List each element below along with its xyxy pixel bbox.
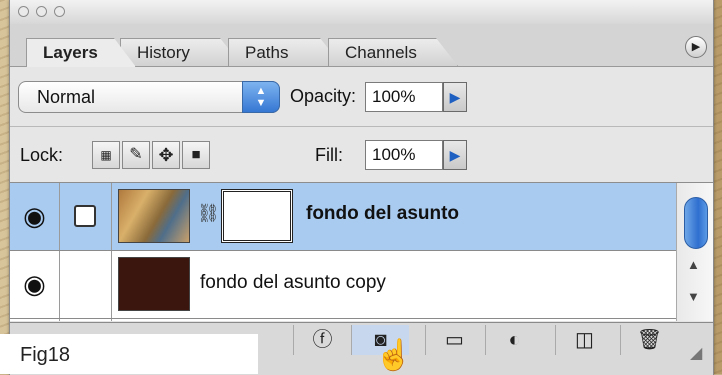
- chevron-updown-icon: ▲ ▼: [242, 81, 280, 113]
- layer-mask-icon[interactable]: [60, 183, 112, 250]
- layer-name: fondo del asunto: [306, 203, 460, 224]
- lock-transparent-icon[interactable]: ▦: [92, 141, 120, 169]
- layer-thumbnail: [118, 189, 190, 243]
- figure-caption: Fig18: [20, 344, 71, 366]
- title-bar: [10, 0, 713, 25]
- fill-slider-button[interactable]: ▶: [443, 140, 467, 170]
- opacity-label: Opacity:: [290, 86, 357, 106]
- eye-icon[interactable]: ◉: [10, 183, 60, 250]
- trash-icon[interactable]: 🗑: [620, 325, 678, 355]
- lock-label: Lock:: [20, 145, 64, 165]
- layers-scrollbar[interactable]: ▲ ▼: [676, 183, 713, 321]
- tab-bar: Layers History Paths Channels: [10, 24, 713, 67]
- empty-cell: [60, 319, 112, 321]
- zoom-window-button[interactable]: [54, 6, 65, 17]
- tab-layers[interactable]: Layers: [26, 38, 136, 67]
- resize-grip-icon[interactable]: ◢: [690, 343, 702, 363]
- layer-row[interactable]: ◉ ⛓ fondo del asunto: [10, 183, 676, 251]
- blend-mode-value: Normal: [37, 87, 96, 107]
- minimize-window-button[interactable]: [36, 6, 47, 17]
- new-layer-icon[interactable]: ◫: [555, 325, 613, 355]
- tab-paths[interactable]: Paths: [228, 38, 342, 66]
- opacity-slider-button[interactable]: ▶: [443, 82, 467, 112]
- eye-icon[interactable]: [10, 319, 60, 321]
- scroll-up-icon[interactable]: ▲: [687, 257, 700, 272]
- tab-channels[interactable]: Channels: [328, 38, 458, 66]
- hand-cursor-icon: ☝: [375, 339, 413, 372]
- lock-image-icon[interactable]: ✎: [122, 141, 150, 169]
- layer-name: fondo del asunto copy: [200, 272, 386, 293]
- layers-panel: Layers History Paths Channels ▶ Normal ▲…: [9, 0, 714, 375]
- empty-cell: [60, 251, 112, 318]
- layers-list: ◉ ⛓ fondo del asunto ◉ fondo del asunto …: [10, 183, 676, 321]
- layer-thumbnail: [118, 257, 190, 311]
- eye-icon[interactable]: ◉: [10, 251, 60, 318]
- mask-thumbnail: [221, 189, 293, 243]
- fill-input[interactable]: 100%: [365, 140, 443, 170]
- new-group-icon[interactable]: ▭: [425, 325, 483, 355]
- adjustment-layer-icon[interactable]: ◐: [485, 325, 543, 355]
- close-window-button[interactable]: [18, 6, 29, 17]
- link-icon[interactable]: ⛓: [197, 203, 220, 224]
- scroll-thumb[interactable]: [684, 197, 708, 249]
- lock-position-icon[interactable]: ✥: [152, 141, 180, 169]
- blend-opacity-row: Normal ▲ ▼ Opacity: 100% ▶: [10, 67, 713, 127]
- tab-history[interactable]: History: [120, 38, 242, 66]
- lock-fill-row: Lock: ▦ ✎ ✥ ■ Fill: 100% ▶: [10, 127, 713, 183]
- scroll-down-icon[interactable]: ▼: [687, 289, 700, 304]
- panel-menu-icon[interactable]: ▶: [685, 36, 707, 58]
- layer-style-icon[interactable]: ⓕ: [293, 325, 351, 355]
- layer-row[interactable]: [10, 319, 676, 321]
- blend-mode-select[interactable]: Normal ▲ ▼: [18, 81, 280, 113]
- fill-label: Fill:: [315, 145, 343, 165]
- lock-all-icon[interactable]: ■: [182, 141, 210, 169]
- layer-row[interactable]: ◉ fondo del asunto copy: [10, 251, 676, 319]
- opacity-input[interactable]: 100%: [365, 82, 443, 112]
